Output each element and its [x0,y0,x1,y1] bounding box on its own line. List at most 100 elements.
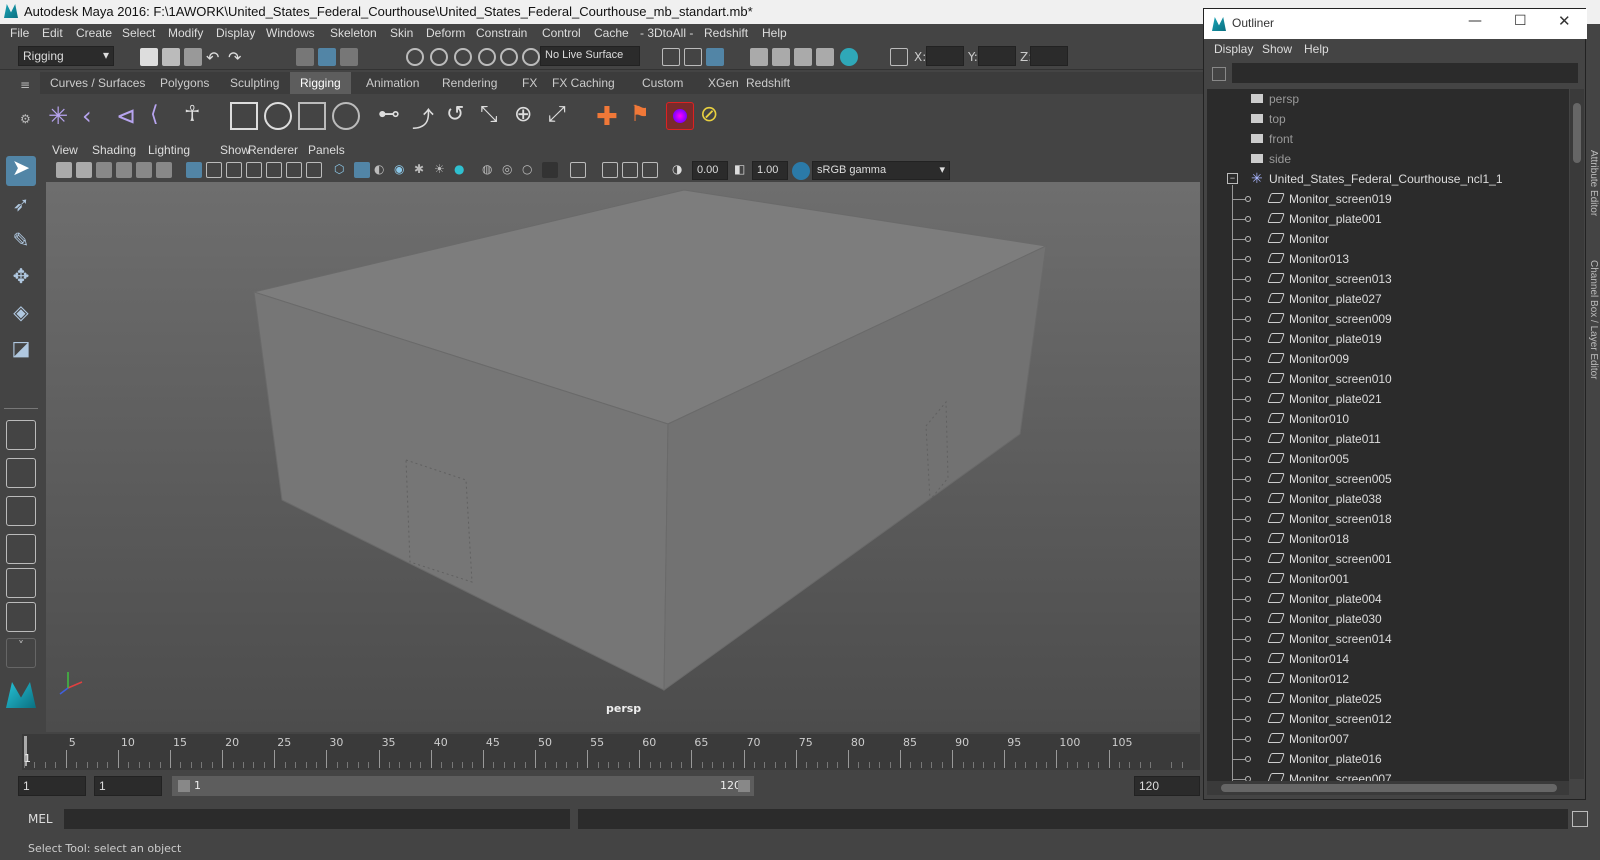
outliner-item[interactable]: Monitor014 [1207,649,1567,669]
menu-file[interactable]: File [10,26,29,40]
parent-constraint-icon[interactable]: ⊕ [514,102,542,130]
menu-redshift[interactable]: Redshift [704,26,748,40]
aim-constraint-icon[interactable]: ⤴ [412,102,440,133]
shelf-menu-icon[interactable]: ≡ [20,78,30,92]
construction-history-icon[interactable] [706,48,724,66]
outliner-item[interactable]: Monitor001 [1207,569,1567,589]
point-constraint-icon[interactable]: ⊷ [378,102,406,130]
pole-vector-icon[interactable]: ⤢ [548,102,576,130]
image-plane-icon[interactable] [116,162,132,178]
outliner-camera-side[interactable]: side [1207,149,1567,169]
shelf-options-icon[interactable]: ⚙ [20,112,31,126]
bind-skin-icon[interactable] [230,102,258,130]
outliner-item[interactable]: Monitor_plate004 [1207,589,1567,609]
menu-help[interactable]: Help [762,26,787,40]
select-component-icon[interactable] [340,48,358,66]
outliner-item[interactable]: Monitor_screen009 [1207,309,1567,329]
menu-create[interactable]: Create [76,26,112,40]
layout-options-icon[interactable]: ˅ [6,638,36,668]
grease-pencil-icon[interactable] [156,162,172,178]
rotate-tool-icon[interactable]: ◈ [6,300,36,330]
film-gate-icon[interactable] [206,162,222,178]
exposure-icon[interactable]: ◑ [672,162,688,178]
mirror-joint-icon[interactable]: ⊲ [116,102,144,130]
color-management-icon[interactable] [792,162,810,180]
paint-select-icon[interactable]: ✎ [6,228,36,258]
outliner-item[interactable]: Monitor_plate030 [1207,609,1567,629]
outliner-horizontal-scrollbar[interactable] [1207,781,1569,795]
menu-deform[interactable]: Deform [426,26,465,40]
2d-pan-zoom-icon[interactable] [136,162,152,178]
z-field[interactable] [1030,46,1068,66]
panel-menu-shading[interactable]: Shading [92,143,136,157]
mel-label[interactable]: MEL [28,812,53,826]
close-icon[interactable]: ✕ [1558,12,1571,30]
vertical-scroll-thumb[interactable] [1573,103,1581,163]
outliner-item[interactable]: Monitor_screen019 [1207,189,1567,209]
wireframe-on-shaded-icon[interactable]: ◐ [374,162,390,178]
graph-layout-icon[interactable] [6,534,36,564]
paint-weights-icon[interactable] [264,102,292,130]
locator-icon[interactable]: ✚ [596,102,624,132]
exposure-field[interactable]: 0.00 [692,161,728,180]
scale-constraint-icon[interactable]: ⤡ [480,102,508,130]
outliner-item[interactable]: Monitor013 [1207,249,1567,269]
shelf-tab-sculpting[interactable]: Sculpting [220,72,289,94]
panel-menu-lighting[interactable]: Lighting [148,143,190,157]
backface-culling-icon[interactable] [642,162,658,178]
ik-handle-icon[interactable]: ⟨ [150,102,178,130]
channel-box-tab[interactable]: Channel Box / Layer Editor [1588,260,1599,380]
horizontal-scroll-thumb[interactable] [1221,784,1557,792]
outliner-item[interactable]: Monitor_screen001 [1207,549,1567,569]
hypershade-icon[interactable] [840,48,858,66]
select-hierarchy-icon[interactable] [296,48,314,66]
outliner-camera-front[interactable]: front [1207,129,1567,149]
ambient-occlusion-icon[interactable]: ● [454,162,470,178]
menu-3dtoall[interactable]: - 3DtoAll - [640,26,693,40]
outliner-item[interactable]: Monitor_screen005 [1207,469,1567,489]
menu-windows[interactable]: Windows [266,26,315,40]
outliner-item[interactable]: Monitor010 [1207,409,1567,429]
xray-components-icon[interactable] [622,162,638,178]
depth-of-field-icon[interactable]: ○ [522,162,538,178]
render-frame-icon[interactable] [750,48,768,66]
menu-skin[interactable]: Skin [390,26,413,40]
panel-menu-renderer[interactable]: Renderer [248,143,298,157]
outliner-item[interactable]: Monitor_plate019 [1207,329,1567,349]
range-end-handle[interactable] [738,780,750,792]
outliner-layout-icon[interactable] [6,496,36,526]
gamma-field[interactable]: 1.00 [752,161,788,180]
orient-constraint-icon[interactable]: ↺ [446,102,474,130]
time-slider[interactable]: 1 5 10 15 20 25 30 35 40 45 50 55 60 65 70 75 80 85 90 95 1… [0,734,1200,770]
shelf-tab-fx-caching[interactable]: FX Caching [542,72,625,94]
y-field[interactable] [978,46,1016,66]
script-editor-icon[interactable] [1572,811,1588,827]
snap-view-icon[interactable] [478,48,496,66]
xray-icon[interactable] [570,162,586,178]
panel-menu-view[interactable]: View [52,143,78,157]
playback-end-field[interactable]: 120 [1134,776,1200,796]
open-scene-icon[interactable] [162,48,180,66]
hypershade-layout-icon[interactable] [6,568,36,598]
anti-aliasing-icon[interactable]: ◎ [502,162,518,178]
outliner-item[interactable]: Monitor_screen013 [1207,269,1567,289]
x-field[interactable] [926,46,964,66]
insert-joint-icon[interactable]: ‹ [82,102,110,130]
menu-display[interactable]: Display [216,26,255,40]
select-object-icon[interactable] [318,48,336,66]
shelf-tab-rendering[interactable]: Rendering [432,72,507,94]
menu-select[interactable]: Select [122,26,155,40]
camera-select-icon[interactable] [56,162,72,178]
camera-attributes-icon[interactable] [76,162,92,178]
ipr-render-icon[interactable] [794,48,812,66]
collapse-icon[interactable]: − [1227,173,1238,184]
menu-control[interactable]: Control [542,26,581,40]
safe-action-icon[interactable] [286,162,302,178]
minimize-icon[interactable]: — [1468,13,1482,29]
hik-icon[interactable]: ⊘ [700,102,728,130]
lasso-tool-icon[interactable]: ➶ [6,192,36,222]
outliner-item[interactable]: Monitor_plate001 [1207,209,1567,229]
render-settings-icon[interactable] [816,48,834,66]
outliner-menu-display[interactable]: Display [1214,42,1253,56]
snap-grid-icon[interactable] [406,48,424,66]
